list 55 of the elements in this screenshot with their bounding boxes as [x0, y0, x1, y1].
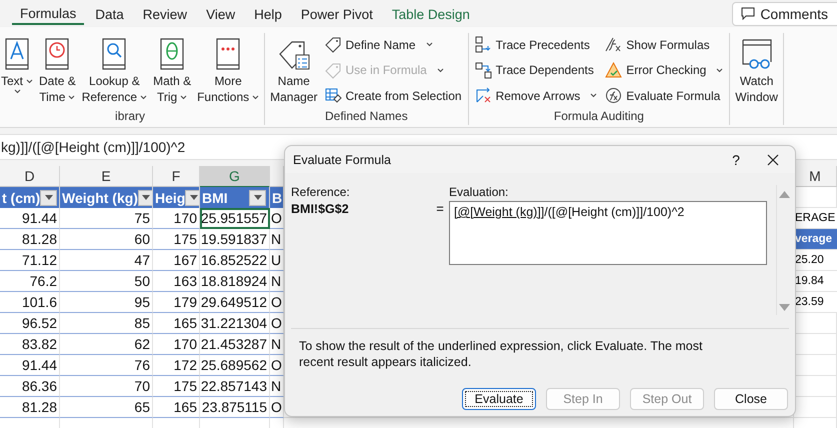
table-cell: 25.689562 [200, 355, 270, 376]
table-cell: 175 [153, 376, 200, 397]
reference-value: BMI!$G$2 [291, 201, 349, 217]
table-cell: 179 [153, 292, 200, 313]
table-cell: 70 [60, 376, 153, 397]
table-cell: 75 [60, 208, 153, 229]
table-cell: 23.875115 [200, 397, 270, 418]
table-cell: 83.82 [0, 334, 60, 355]
table-cell: 29.649512 [200, 292, 270, 313]
equals-sign: = [436, 201, 444, 217]
table-cell: 165 [153, 313, 200, 334]
table-cell: 65 [60, 397, 153, 418]
table-cell: 165 [153, 397, 200, 418]
table-header-cell: t (cm) [0, 187, 60, 208]
table-cell: 18.818924 [200, 271, 270, 292]
table-cell: 81.28 [0, 397, 60, 418]
table-cell: 86.36 [0, 376, 60, 397]
table-cell: 81.28 [0, 229, 60, 250]
table-cell: 101.6 [0, 292, 60, 313]
table-cell: 60 [60, 229, 153, 250]
table-cell: 21.453287 [200, 334, 270, 355]
table-cell: 167 [153, 250, 200, 271]
table-header-cell: BMI [200, 187, 270, 208]
table-cell: 50 [60, 271, 153, 292]
table-cell: 96.52 [0, 313, 60, 334]
reference-label: Reference: [291, 185, 350, 199]
table-cell: 25.951557 [200, 208, 270, 229]
table-header-cell: B [270, 187, 284, 208]
table-cell: 19.591837 [200, 229, 270, 250]
group-label: Defined Names [324, 109, 409, 125]
hint-text: To show the result of the underlined expression, click Evaluate. The most recent result appears italicized. [298, 338, 704, 370]
table-cell: 170 [153, 208, 200, 229]
table-cell: 95 [60, 292, 153, 313]
table-header-cell: Weight (kg) [60, 187, 153, 208]
table-cell: 85 [60, 313, 153, 334]
table-header-cell: verage [794, 229, 837, 250]
table-header-cell: Heig [153, 187, 200, 208]
table-cell: 91.44 [0, 355, 60, 376]
table-cell: 71.12 [0, 250, 60, 271]
table-cell: 47 [60, 250, 153, 271]
table-cell: 62 [60, 334, 153, 355]
table-cell: 31.221304 [200, 313, 270, 334]
table-cell: 76 [60, 355, 153, 376]
dialog-title: Evaluate Formula [293, 152, 392, 166]
table-cell: 16.852522 [200, 250, 270, 271]
table-cell: 175 [153, 229, 200, 250]
table-cell: 91.44 [0, 208, 60, 229]
table-cell: 76.2 [0, 271, 60, 292]
table-cell: 22.857143 [200, 376, 270, 397]
group-label: ibrary [114, 109, 146, 125]
table-cell: 163 [153, 271, 200, 292]
evaluation-label: Evaluation: [449, 185, 508, 199]
table-cell: 170 [153, 334, 200, 355]
group-label: Formula Auditing [552, 109, 645, 125]
table-cell: 172 [153, 355, 200, 376]
